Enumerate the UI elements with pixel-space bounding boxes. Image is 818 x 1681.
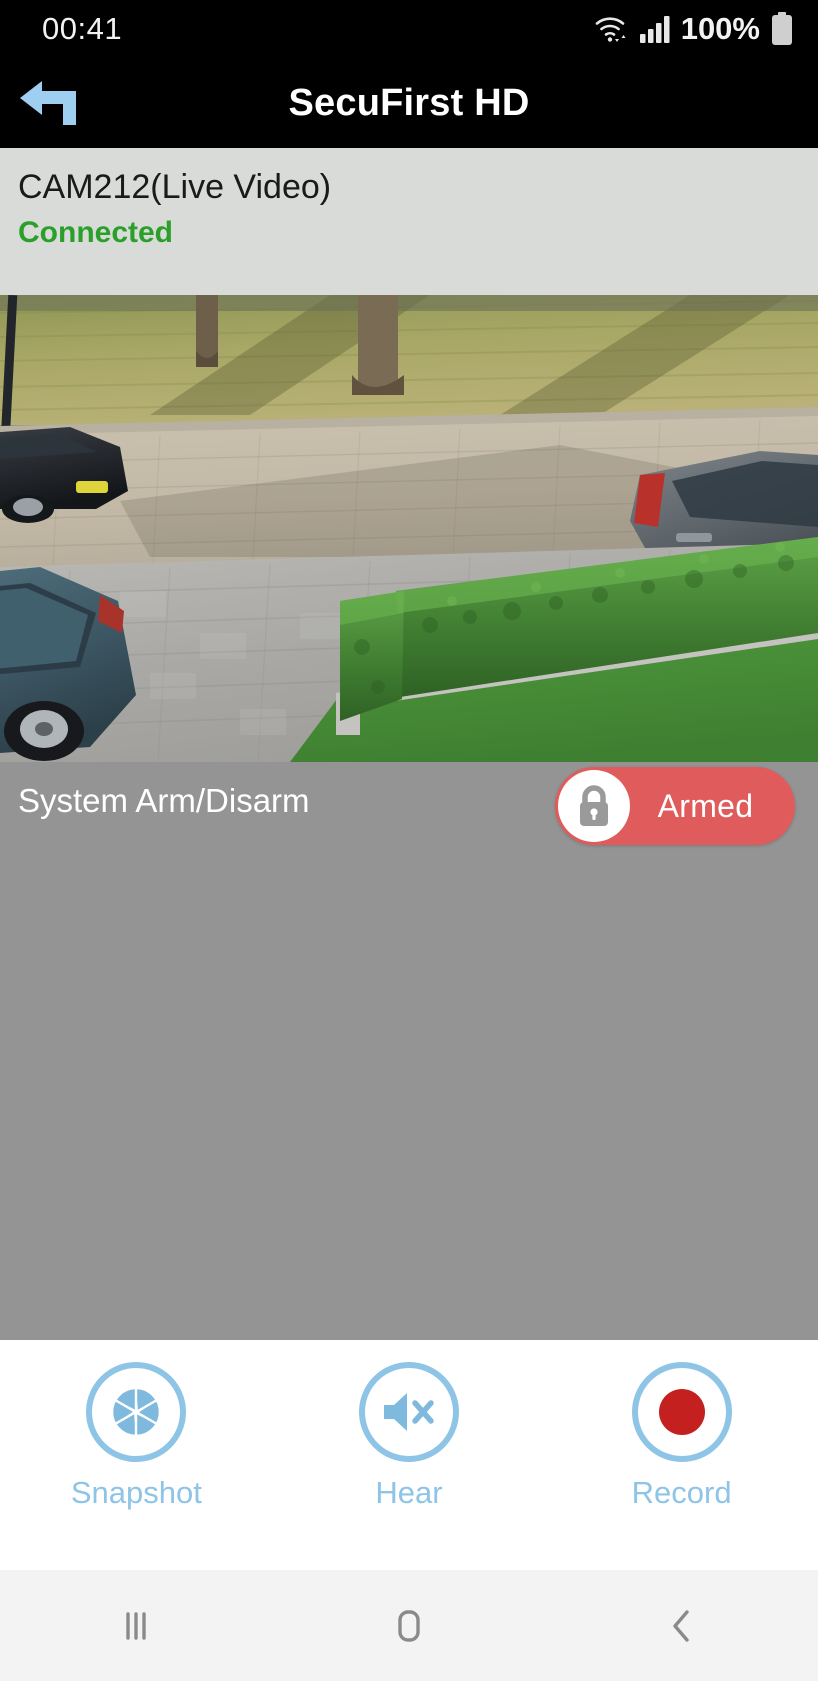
camera-info-panel: CAM212(Live Video) Connected <box>0 148 818 295</box>
hear-label: Hear <box>375 1475 443 1510</box>
android-nav-bar <box>0 1570 818 1681</box>
status-clock: 00:41 <box>42 11 123 46</box>
snapshot-icon-ring <box>86 1362 187 1462</box>
recents-icon <box>126 1611 147 1640</box>
hear-button[interactable]: Hear <box>309 1362 509 1511</box>
arm-disarm-label: System Arm/Disarm <box>18 782 310 819</box>
battery-full-icon <box>772 12 792 45</box>
video-frame <box>0 295 818 762</box>
recents-button[interactable] <box>56 1570 216 1681</box>
camera-controls-bar: Snapshot Hear Record <box>0 1340 818 1570</box>
record-button[interactable]: Record <box>582 1362 782 1511</box>
hear-icon-ring <box>358 1362 459 1462</box>
phone-screen: 00:41 100% SecuFirst HD CAM212(Live Vide… <box>0 0 818 1681</box>
camera-aperture-icon <box>111 1386 162 1438</box>
arm-disarm-toggle[interactable]: Armed <box>555 767 795 845</box>
speaker-muted-icon <box>383 1393 434 1431</box>
record-icon-ring <box>631 1362 732 1462</box>
record-dot-icon <box>658 1389 705 1435</box>
camera-name: CAM212(Live Video) <box>18 168 332 206</box>
back-chevron-icon <box>672 1609 689 1642</box>
live-video-feed[interactable] <box>0 295 818 762</box>
status-bar: 00:41 100% <box>0 0 818 58</box>
title-bar: SecuFirst HD <box>0 58 818 148</box>
toggle-state-label: Armed <box>657 787 754 824</box>
cellular-signal-icon <box>639 16 670 43</box>
padlock-icon <box>580 785 608 826</box>
page-title: SecuFirst HD <box>288 81 530 124</box>
back-button[interactable] <box>14 73 90 133</box>
wifi-signal-icon <box>595 17 626 43</box>
back-arrow-icon <box>20 81 76 125</box>
toggle-knob <box>558 770 630 842</box>
home-button[interactable] <box>329 1570 489 1681</box>
battery-percent: 100% <box>680 11 760 46</box>
home-icon <box>398 1609 420 1642</box>
arm-disarm-panel: System Arm/Disarm Armed <box>0 762 818 1340</box>
back-nav-button[interactable] <box>602 1570 762 1681</box>
record-label: Record <box>631 1475 732 1510</box>
status-indicators: 100% <box>594 11 794 47</box>
snapshot-label: Snapshot <box>70 1475 202 1510</box>
connection-status-badge: Connected <box>18 216 174 250</box>
snapshot-button[interactable]: Snapshot <box>36 1362 236 1511</box>
